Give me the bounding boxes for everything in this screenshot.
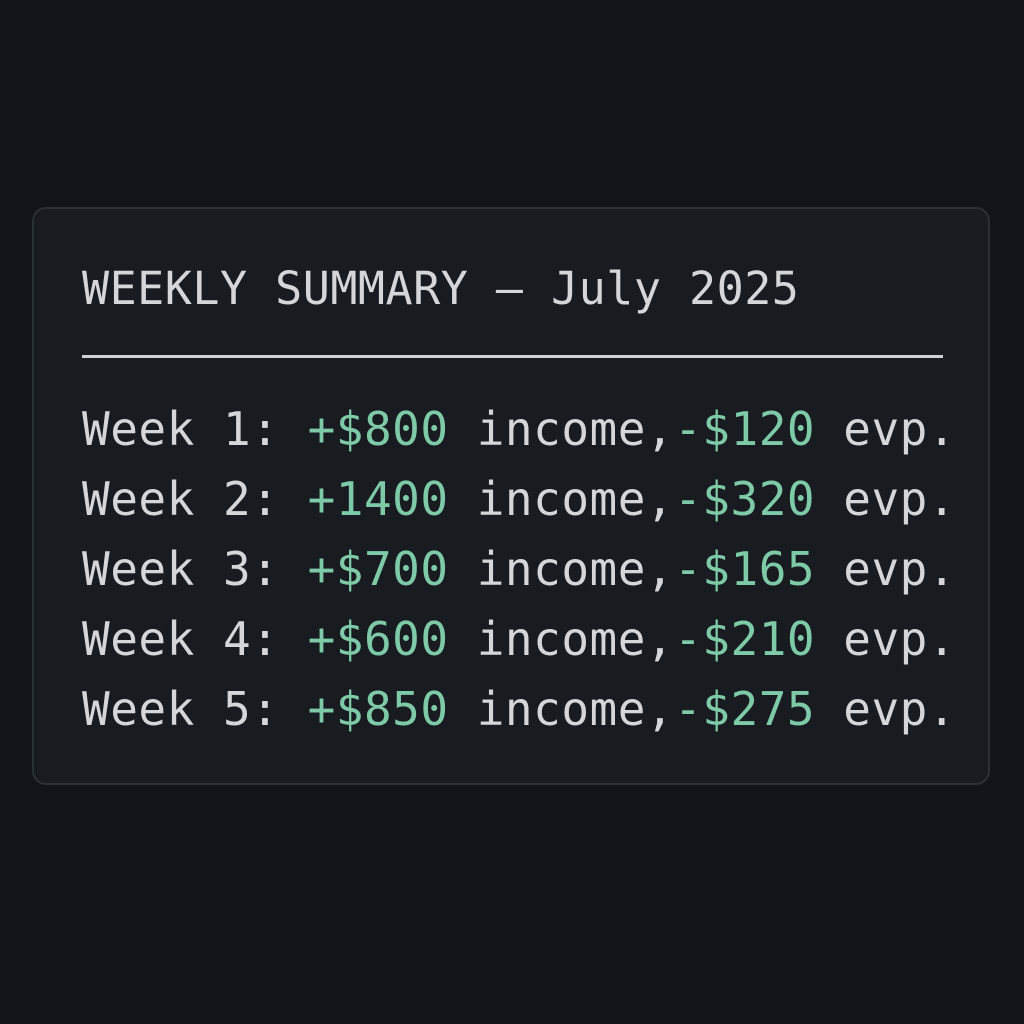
income-label: income, [448,472,675,526]
week-label: Week 3: [82,542,308,596]
income-amount: +$600 [307,612,449,666]
income-label: income, [448,682,675,736]
expense-label: evp. [815,612,957,666]
income-amount: +$850 [307,682,449,736]
week-label: Week 4: [82,612,308,666]
summary-row-week-5: Week 5: +$850 income,-$275 evp. [82,679,956,749]
expense-amount: -$320 [674,472,816,526]
summary-row-week-4: Week 4: +$600 income,-$210 evp. [82,609,956,679]
expense-label: evp. [815,472,957,526]
income-amount: +$800 [307,402,449,456]
expense-amount: -$120 [674,402,816,456]
week-label: Week 1: [82,402,308,456]
week-label: Week 5: [82,682,308,736]
expense-label: evp. [815,542,957,596]
weekly-summary-card: WEEKLY SUMMARY — July 2025 Week 1: +$800… [32,207,990,785]
income-amount: +1400 [307,472,449,526]
income-amount: +$700 [307,542,449,596]
expense-amount: -$210 [674,612,816,666]
expense-label: evp. [815,402,957,456]
title-divider [82,355,943,358]
income-label: income, [448,402,675,456]
summary-rows: Week 1: +$800 income,-$120 evp. Week 2: … [82,399,956,749]
income-label: income, [448,612,675,666]
expense-amount: -$165 [674,542,816,596]
income-label: income, [448,542,675,596]
summary-row-week-1: Week 1: +$800 income,-$120 evp. [82,399,956,469]
expense-amount: -$275 [674,682,816,736]
week-label: Week 2: [82,472,308,526]
summary-row-week-3: Week 3: +$700 income,-$165 evp. [82,539,956,609]
expense-label: evp. [815,682,957,736]
summary-title: WEEKLY SUMMARY — July 2025 [82,262,800,315]
summary-row-week-2: Week 2: +1400 income,-$320 evp. [82,469,956,539]
